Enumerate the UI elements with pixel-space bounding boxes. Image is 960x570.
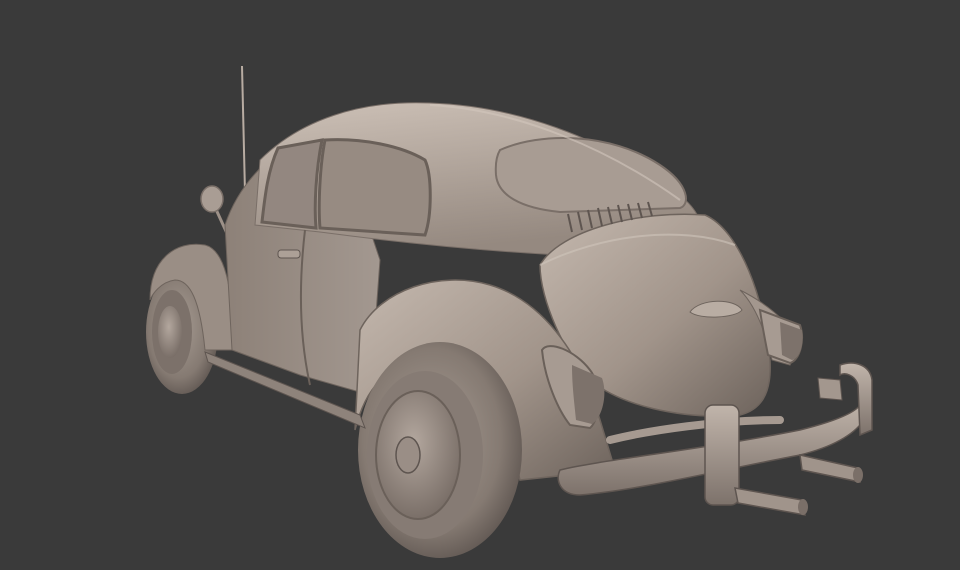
door-handle — [277, 249, 301, 259]
car-render — [146, 65, 873, 558]
rear-right-wheel — [358, 342, 522, 558]
rear-window — [494, 136, 687, 214]
render-viewport — [0, 0, 960, 570]
rear-side-window — [317, 138, 432, 237]
